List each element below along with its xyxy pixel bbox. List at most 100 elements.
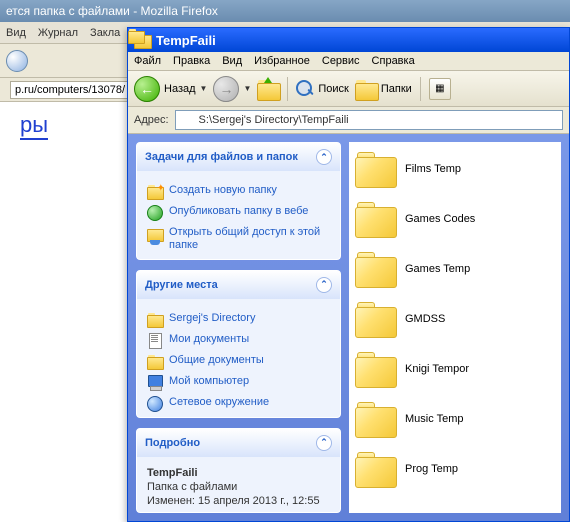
place-my-documents[interactable]: Мои документы [147,333,330,349]
address-field[interactable]: S:\Sergej's Directory\TempFaili [175,110,563,130]
details-panel-body: TempFaili Папка с файлами Изменен: 15 ап… [137,457,340,513]
folder-label: Games Codes [405,213,475,225]
arrow-left-icon: ← [134,76,160,102]
share-icon [147,226,163,242]
explorer-address-bar: Адрес: S:\Sergej's Directory\TempFaili [128,107,569,134]
folder-item[interactable]: Prog Temp [355,452,555,486]
place-shared-documents[interactable]: Общие документы [147,354,330,370]
details-type: Папка с файлами [147,481,330,493]
files-list[interactable]: Films Temp Games Codes Games Temp GMDSS … [349,142,561,513]
folder-icon [355,79,377,99]
task-share-folder[interactable]: Открыть общий доступ к этой папке [147,226,330,252]
folder-item[interactable]: Games Codes [355,202,555,236]
globe-icon [147,205,163,221]
firefox-title-bar: ется папка с файлами - Mozilla Firefox [0,0,570,22]
folder-item[interactable]: Knigi Tempor [355,352,555,386]
search-label: Поиск [318,83,348,95]
places-panel-body: Sergej's Directory Мои документы Общие д… [137,299,340,418]
up-button[interactable] [257,79,279,99]
back-button[interactable]: ← Назад ▼ [134,76,207,102]
arrow-right-icon: → [213,76,239,102]
place-network[interactable]: Сетевое окружение [147,396,330,412]
tasks-panel-title: Задачи для файлов и папок [145,151,298,163]
menu-help[interactable]: Справка [372,55,415,67]
documents-icon [147,333,163,349]
folder-label: Films Temp [405,163,461,175]
folder-icon [180,113,195,127]
explorer-title-text: TempFaili [156,33,216,48]
network-icon [147,396,163,412]
firefox-title-text: ется папка с файлами - Mozilla Firefox [6,4,218,18]
address-label: Адрес: [134,114,169,126]
menu-edit[interactable]: Правка [173,55,210,67]
details-name: TempFaili [147,467,198,479]
details-panel-header[interactable]: Подробно ⌃ [137,429,340,457]
menu-view[interactable]: Вид [222,55,242,67]
folder-icon [355,402,395,436]
explorer-toolbar: ← Назад ▼ → ▼ Поиск Папки ▦ [128,71,569,107]
firefox-menu-journal[interactable]: Журнал [38,27,78,39]
forward-button[interactable]: → ▼ [213,76,251,102]
folder-item[interactable]: Films Temp [355,152,555,186]
folder-label: Prog Temp [405,463,458,475]
place-label: Общие документы [169,354,264,367]
task-publish-web[interactable]: Опубликовать папку в вебе [147,205,330,221]
places-panel-header[interactable]: Другие места ⌃ [137,271,340,299]
folder-icon [147,354,163,370]
new-folder-icon: ✦ [147,184,163,200]
tasks-panel-header[interactable]: Задачи для файлов и папок ⌃ [137,143,340,171]
folder-icon [355,452,395,486]
chevron-up-icon: ⌃ [316,277,332,293]
folder-label: Knigi Tempor [405,363,469,375]
folders-button[interactable]: Папки [355,79,412,99]
details-panel-title: Подробно [145,437,200,449]
folder-item[interactable]: Music Temp [355,402,555,436]
firefox-heading[interactable]: ры [20,112,48,140]
folder-icon [355,252,395,286]
places-panel: Другие места ⌃ Sergej's Directory Мои до… [136,270,341,418]
place-my-computer[interactable]: Мой компьютер [147,375,330,391]
place-parent-dir[interactable]: Sergej's Directory [147,312,330,328]
chevron-up-icon: ⌃ [316,149,332,165]
folder-label: Music Temp [405,413,463,425]
folder-icon [355,302,395,336]
explorer-body: Задачи для файлов и папок ⌃ ✦ Создать но… [128,134,569,521]
search-icon [296,80,314,98]
menu-tools[interactable]: Сервис [322,55,360,67]
tasks-panel-body: ✦ Создать новую папку Опубликовать папку… [137,171,340,260]
folder-item[interactable]: Games Temp [355,252,555,286]
firefox-address-input[interactable] [10,81,130,99]
explorer-menubar: Файл Правка Вид Избранное Сервис Справка [128,52,569,71]
folder-label: Games Temp [405,263,470,275]
place-label: Мой компьютер [169,375,249,388]
views-icon: ▦ [435,83,444,94]
toolbar-separator [287,77,288,101]
search-button[interactable]: Поиск [296,80,348,98]
address-path: S:\Sergej's Directory\TempFaili [199,114,349,126]
folder-icon [355,202,395,236]
computer-icon [147,375,163,391]
place-label: Сетевое окружение [169,396,269,409]
firefox-back-button[interactable] [6,50,28,72]
task-label: Создать новую папку [169,184,277,197]
explorer-title-bar[interactable]: TempFaili [128,28,569,52]
folder-item[interactable]: GMDSS [355,302,555,336]
firefox-menu-bookmarks[interactable]: Закла [90,27,120,39]
place-label: Sergej's Directory [169,312,255,325]
firefox-menu-view[interactable]: Вид [6,27,26,39]
menu-file[interactable]: Файл [134,55,161,67]
task-label: Опубликовать папку в вебе [169,205,308,218]
back-label: Назад [164,83,196,95]
places-panel-title: Другие места [145,279,218,291]
folder-icon [355,152,395,186]
menu-favorites[interactable]: Избранное [254,55,310,67]
details-modified: Изменен: 15 апреля 2013 г., 12:55 [147,495,330,507]
folders-label: Папки [381,83,412,95]
details-panel: Подробно ⌃ TempFaili Папка с файлами Изм… [136,428,341,513]
views-button[interactable]: ▦ [429,78,451,100]
toolbar-separator [420,77,421,101]
task-new-folder[interactable]: ✦ Создать новую папку [147,184,330,200]
explorer-window: TempFaili Файл Правка Вид Избранное Серв… [127,27,570,522]
chevron-up-icon: ⌃ [316,435,332,451]
folder-label: GMDSS [405,313,445,325]
